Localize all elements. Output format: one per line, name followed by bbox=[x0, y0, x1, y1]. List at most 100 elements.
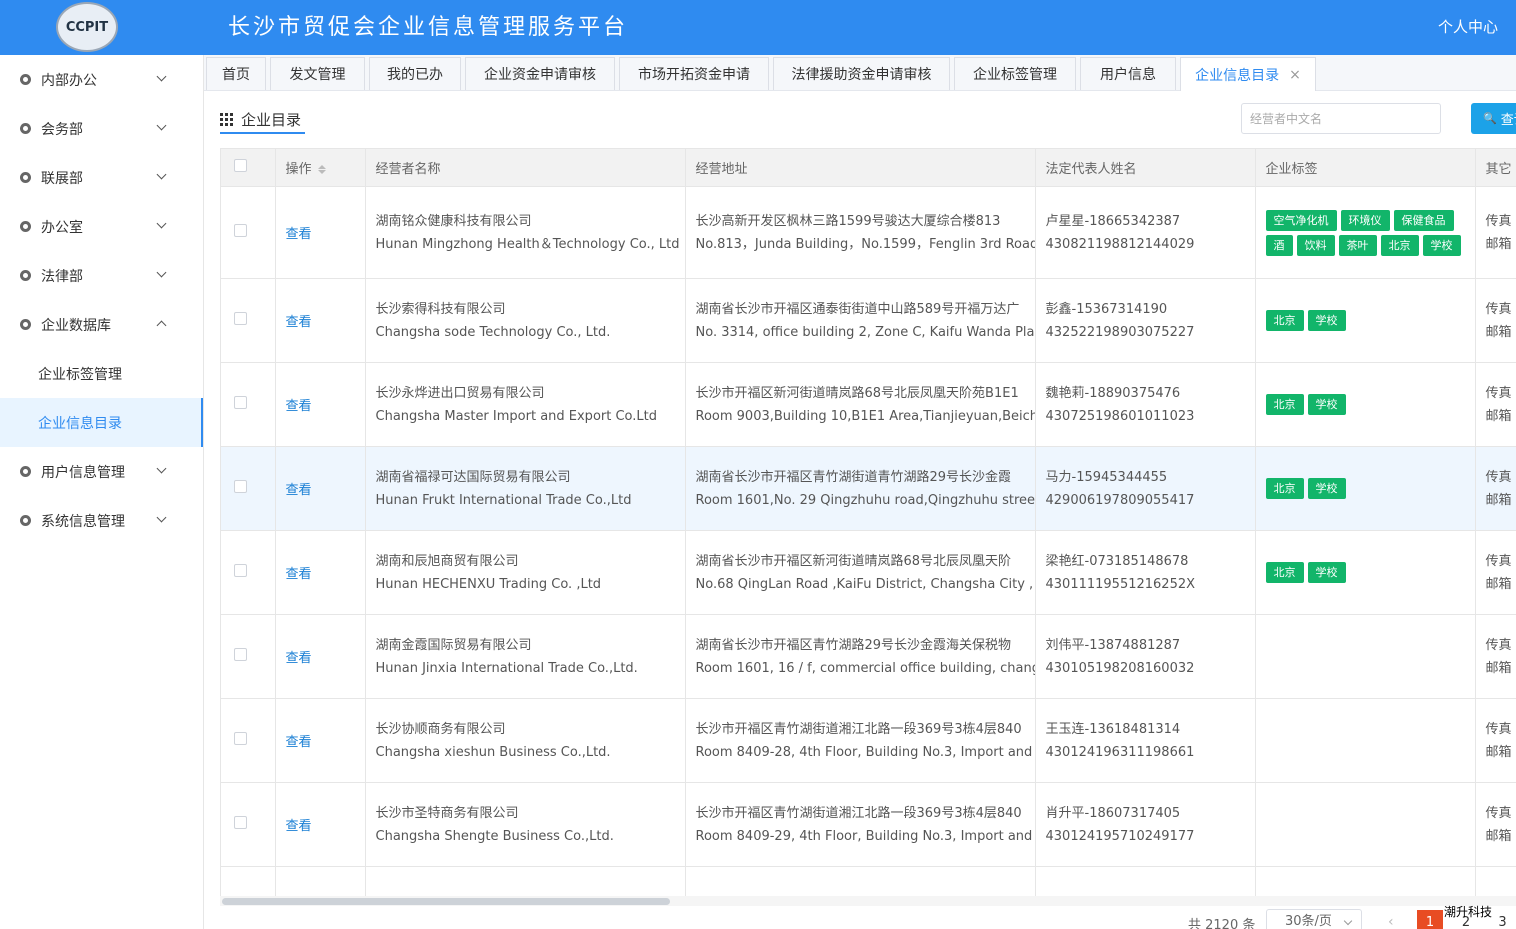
tag-list: 空气净化机 环境仪 保健食品酒 饮料 茶叶 北京 学校 bbox=[1265, 208, 1475, 258]
other-fax: 传真 bbox=[1485, 469, 1512, 485]
name-cn: 湖南省福禄可达国际贸易有限公司 bbox=[375, 469, 571, 485]
row-checkbox[interactable] bbox=[234, 480, 247, 493]
view-link[interactable]: 查看 bbox=[286, 315, 312, 330]
row-checkbox[interactable] bbox=[234, 648, 247, 661]
tags-cell bbox=[1255, 782, 1476, 867]
app-header: CCPIT 长沙市贸促会企业信息管理服务平台 个人中心 bbox=[0, 0, 1516, 55]
tab-fund-review[interactable]: 企业资金申请审核 bbox=[465, 57, 615, 90]
row-checkbox[interactable] bbox=[234, 816, 247, 829]
row-checkbox[interactable] bbox=[234, 312, 247, 325]
row-checkbox[interactable] bbox=[234, 564, 247, 577]
page-button-3[interactable]: 3 bbox=[1489, 910, 1516, 929]
view-link[interactable]: 查看 bbox=[286, 483, 312, 498]
representative-id: 430105198208160032 bbox=[1045, 660, 1195, 676]
representative-id: 430124196311198661 bbox=[1045, 744, 1195, 760]
table-header-row: 操作 经营者名称 经营地址 法定代表人姓名 企业标签 其它 bbox=[221, 148, 1516, 187]
search-input[interactable] bbox=[1241, 103, 1441, 134]
enterprise-tag: 学校 bbox=[1307, 478, 1346, 499]
tab-market-fund[interactable]: 市场开拓资金申请 bbox=[619, 57, 769, 90]
view-link[interactable]: 查看 bbox=[286, 735, 312, 750]
sidebar-subitem-enterprise-directory[interactable]: 企业信息目录 bbox=[0, 398, 203, 447]
search-button[interactable]: 🔍 查询 bbox=[1471, 103, 1516, 134]
representative-name: 马力-15945344455 bbox=[1045, 469, 1168, 485]
column-header-actions[interactable]: 操作 bbox=[275, 148, 366, 187]
enterprise-tag: 学校 bbox=[1307, 562, 1346, 583]
sidebar-subitem-tag-management[interactable]: 企业标签管理 bbox=[0, 349, 203, 398]
name-cell: 湖南金霞国际贸易有限公司 Hunan Jinxia International T… bbox=[365, 614, 686, 699]
view-link[interactable]: 查看 bbox=[286, 651, 312, 666]
tab-enterprise-directory[interactable]: 企业信息目录 × bbox=[1180, 57, 1316, 91]
representative-id: 432522198903075227 bbox=[1045, 324, 1195, 340]
actions-cell: 查看 bbox=[275, 614, 366, 699]
other-cell: 传真 邮箱 bbox=[1475, 614, 1516, 699]
representative-cell: 梁艳红-073185148678 43011119551216252X bbox=[1035, 530, 1256, 615]
enterprise-tag: 酒 bbox=[1265, 234, 1293, 256]
tag-list: 北京 学校 bbox=[1265, 476, 1475, 501]
page-size-value: 30条/页 bbox=[1285, 914, 1332, 929]
view-link[interactable]: 查看 bbox=[286, 819, 312, 834]
representative-id: 430725198601011023 bbox=[1045, 408, 1195, 424]
horizontal-scrollbar[interactable] bbox=[220, 896, 1516, 906]
sidebar-item-legal[interactable]: 法律部 bbox=[0, 251, 203, 300]
sidebar-item-exhibition[interactable]: 联展部 bbox=[0, 153, 203, 202]
sidebar: 内部办公 会务部 联展部 办公室 法律部 企业数据库 企业标签管理 企业信息目录… bbox=[0, 55, 204, 929]
representative-id: 430821198812144029 bbox=[1045, 236, 1195, 252]
close-icon[interactable]: × bbox=[1289, 67, 1301, 83]
name-cn: 长沙协顺商务有限公司 bbox=[375, 721, 506, 737]
enterprise-tag: 茶叶 bbox=[1338, 234, 1377, 256]
sidebar-item-label: 联展部 bbox=[41, 170, 83, 187]
sidebar-item-conference[interactable]: 会务部 bbox=[0, 104, 203, 153]
enterprise-tag: 北京 bbox=[1265, 478, 1304, 499]
sidebar-item-office[interactable]: 办公室 bbox=[0, 202, 203, 251]
sidebar-item-system-info[interactable]: 系统信息管理 bbox=[0, 496, 203, 545]
chevron-down-icon bbox=[156, 463, 167, 474]
enterprise-tag: 保健食品 bbox=[1393, 209, 1454, 231]
chevron-down-icon bbox=[156, 71, 167, 82]
address-cn: 湖南省长沙市开福区青竹湖街道青竹湖路29号长沙金霞 bbox=[695, 469, 1012, 485]
sidebar-item-label: 办公室 bbox=[41, 219, 83, 236]
address-en: No. 3314, office building 2, Zone C, Kai… bbox=[695, 324, 1035, 340]
address-cell: 湖南省长沙市开福区通泰街街道中山路589号开福万达广 No. 3314, offi… bbox=[685, 278, 1036, 363]
prev-page-button[interactable]: ‹ bbox=[1388, 914, 1394, 929]
other-fax: 传真 bbox=[1485, 553, 1512, 569]
page-size-select[interactable]: 30条/页 bbox=[1266, 909, 1362, 929]
tags-cell bbox=[1255, 614, 1476, 699]
other-cell: 传真 邮箱 bbox=[1475, 186, 1516, 279]
row-checkbox[interactable] bbox=[234, 396, 247, 409]
scrollbar-thumb[interactable] bbox=[222, 898, 670, 905]
sidebar-item-enterprise-db[interactable]: 企业数据库 bbox=[0, 300, 203, 349]
name-cn: 湖南铭众健康科技有限公司 bbox=[375, 213, 532, 229]
tab-tag-management[interactable]: 企业标签管理 bbox=[954, 57, 1076, 90]
tab-my-done[interactable]: 我的已办 bbox=[369, 57, 461, 90]
user-center-link[interactable]: 个人中心 bbox=[1438, 16, 1498, 37]
row-checkbox-cell bbox=[221, 530, 276, 615]
other-email: 邮箱 bbox=[1485, 744, 1512, 760]
tab-documents[interactable]: 发文管理 bbox=[270, 57, 365, 90]
tag-list: 北京 学校 bbox=[1265, 560, 1475, 585]
view-link[interactable]: 查看 bbox=[286, 227, 312, 242]
sort-icon[interactable] bbox=[318, 164, 326, 175]
representative-name: 肖升平-18607317405 bbox=[1045, 805, 1181, 821]
tab-home[interactable]: 首页 bbox=[206, 57, 266, 90]
address-cn: 长沙市开福区新河街道晴岚路68号北辰凤凰天阶苑B1E1 bbox=[695, 385, 1019, 401]
view-link[interactable]: 查看 bbox=[286, 567, 312, 582]
page-button-1[interactable]: 1 bbox=[1417, 910, 1443, 929]
representative-id: 43011119551216252X bbox=[1045, 576, 1196, 592]
name-cell: 长沙市圣特商务有限公司 Changsha Shengte Business Co.… bbox=[365, 782, 686, 867]
select-all-checkbox[interactable] bbox=[234, 159, 247, 172]
row-checkbox[interactable] bbox=[234, 224, 247, 237]
sidebar-item-internal-office[interactable]: 内部办公 bbox=[0, 55, 203, 104]
enterprise-tag: 学校 bbox=[1307, 394, 1346, 415]
table-row: 查看 长沙永烨进出口贸易有限公司 Changsha Master Import an… bbox=[221, 362, 1516, 447]
other-email: 邮箱 bbox=[1485, 492, 1512, 508]
row-checkbox[interactable] bbox=[234, 732, 247, 745]
representative-name: 卢星星-18665342387 bbox=[1045, 213, 1181, 229]
tags-cell: 北京 学校 bbox=[1255, 530, 1476, 615]
sidebar-item-user-info[interactable]: 用户信息管理 bbox=[0, 447, 203, 496]
tab-user-info[interactable]: 用户信息 bbox=[1080, 57, 1176, 90]
view-link[interactable]: 查看 bbox=[286, 399, 312, 414]
other-email: 邮箱 bbox=[1485, 408, 1512, 424]
enterprise-tag: 学校 bbox=[1422, 234, 1461, 256]
tab-legal-aid-review[interactable]: 法律援助资金申请审核 bbox=[773, 57, 950, 90]
row-checkbox-cell bbox=[221, 362, 276, 447]
